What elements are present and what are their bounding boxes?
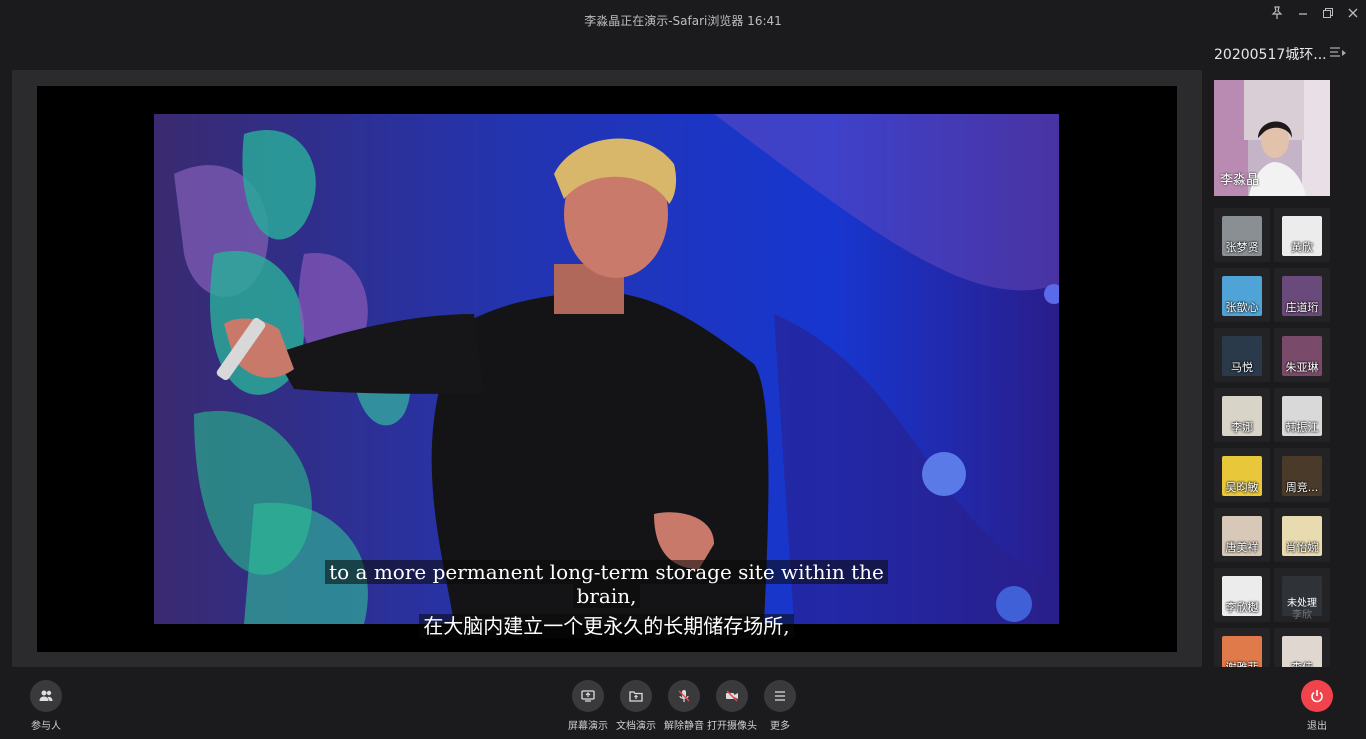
title-bar: 李淼晶正在演示-Safari浏览器 16:41 <box>0 0 1366 40</box>
doc-share-button[interactable]: 文档演示 <box>611 680 661 732</box>
participant-name: 肖怡婉 <box>1285 541 1319 554</box>
participant-tile[interactable]: 黄欣 <box>1274 208 1330 262</box>
participant-name: 李欣樾 <box>1225 601 1259 614</box>
participants-label: 参与人 <box>31 721 61 732</box>
main-participant-video[interactable]: 李淼晶 <box>1214 80 1330 196</box>
participant-tile[interactable]: 谢雅菲 <box>1214 628 1270 667</box>
participant-tile[interactable]: 唐美祥 <box>1214 508 1270 562</box>
participant-tile[interactable]: 张歆心 <box>1214 268 1270 322</box>
participant-tile[interactable]: 韩振江 <box>1274 388 1330 442</box>
participant-tile[interactable]: 李佳 <box>1274 628 1330 667</box>
participant-tile[interactable]: 李欣樾 <box>1214 568 1270 622</box>
minimize-icon[interactable] <box>1292 4 1314 22</box>
subtitle-chinese: 在大脑内建立一个更永久的长期储存场所, <box>154 614 1059 638</box>
participant-name: 朱亚琳 <box>1285 361 1319 374</box>
microphone-muted-icon <box>668 680 700 712</box>
participant-tile[interactable]: 李娜 <box>1214 388 1270 442</box>
folder-icon <box>620 680 652 712</box>
participant-tile[interactable]: 周竞... <box>1274 448 1330 502</box>
main-participant-name: 李淼晶 <box>1220 173 1260 188</box>
exit-button[interactable]: 退出 <box>1292 680 1342 732</box>
participant-name: 庄道珩 <box>1285 301 1319 314</box>
participant-name: 周竞... <box>1285 481 1319 494</box>
participant-name: 吴昀敏 <box>1225 481 1259 494</box>
participant-tile[interactable]: 吴昀敏 <box>1214 448 1270 502</box>
participant-tile[interactable]: 肖怡婉 <box>1274 508 1330 562</box>
camera-button[interactable]: 打开摄像头 <box>707 680 757 732</box>
participant-name: 李娜 <box>1231 421 1253 434</box>
list-layout-icon[interactable] <box>1328 44 1348 62</box>
meeting-name: 20200517城环... <box>1214 47 1327 63</box>
unmute-button[interactable]: 解除静音 <box>659 680 709 732</box>
participant-tile[interactable]: 张梦贤 <box>1214 208 1270 262</box>
participant-name: 黄欣 <box>1291 241 1313 254</box>
power-icon <box>1301 680 1333 712</box>
participant-tile[interactable]: 未处理 李欣 <box>1274 568 1330 622</box>
pin-icon[interactable] <box>1266 4 1288 22</box>
presentation-video[interactable] <box>154 114 1059 624</box>
participant-name: 张梦贤 <box>1225 241 1259 254</box>
participant-name: 张歆心 <box>1225 301 1259 314</box>
users-icon <box>30 680 62 712</box>
screen-share-button[interactable]: 屏幕演示 <box>563 680 613 732</box>
exit-label: 退出 <box>1307 721 1327 732</box>
close-icon[interactable] <box>1342 4 1364 22</box>
participant-name: 李佳 <box>1274 659 1330 667</box>
subtitle-english-line2: brain, <box>154 584 1059 608</box>
participant-subname: 李欣 <box>1292 610 1312 621</box>
window-title: 李淼晶正在演示-Safari浏览器 16:41 <box>584 14 782 28</box>
screen-share-label: 屏幕演示 <box>568 721 608 732</box>
participant-tile[interactable]: 朱亚琳 <box>1274 328 1330 382</box>
speaker-video-frame <box>154 114 1059 624</box>
participant-name: 谢雅菲 <box>1214 659 1270 667</box>
more-label: 更多 <box>770 721 790 732</box>
participant-name: 马悦 <box>1231 361 1253 374</box>
menu-icon <box>764 680 796 712</box>
camera-label: 打开摄像头 <box>707 721 757 732</box>
participant-tile[interactable]: 马悦 <box>1214 328 1270 382</box>
camera-off-icon <box>716 680 748 712</box>
participant-tile[interactable]: 庄道珩 <box>1274 268 1330 322</box>
participant-name: 韩振江 <box>1285 421 1319 434</box>
more-button[interactable]: 更多 <box>755 680 805 732</box>
screen-share-icon <box>572 680 604 712</box>
unmute-label: 解除静音 <box>664 721 704 732</box>
participants-button[interactable]: 参与人 <box>21 680 71 732</box>
participant-name: 唐美祥 <box>1225 541 1259 554</box>
subtitle-english-line1: to a more permanent long-term storage si… <box>154 560 1059 584</box>
restore-icon[interactable] <box>1317 4 1339 22</box>
doc-share-label: 文档演示 <box>616 721 656 732</box>
